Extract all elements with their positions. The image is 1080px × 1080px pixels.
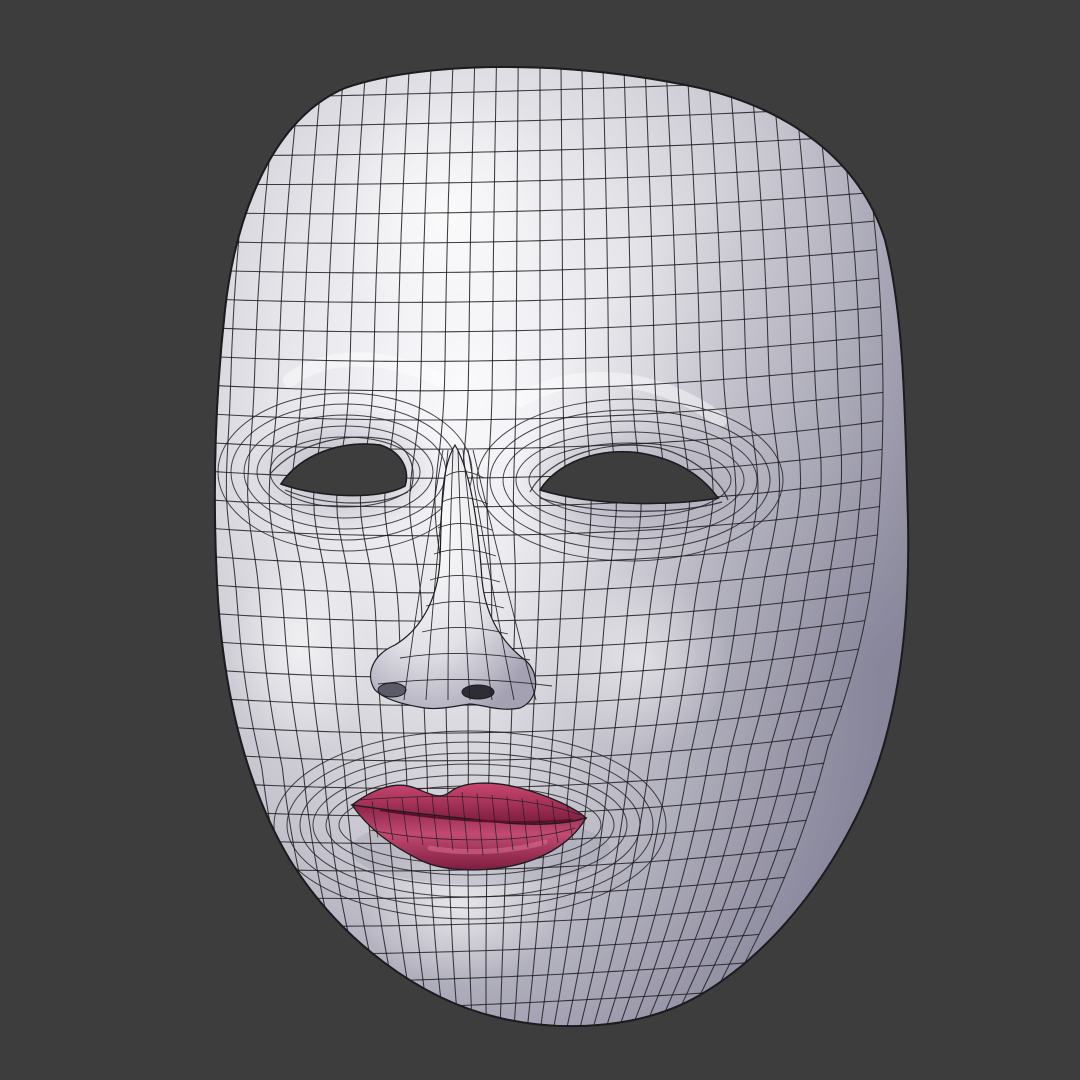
left-nostril	[377, 682, 407, 698]
wire-row	[306, 1019, 714, 1027]
right-nostril	[461, 684, 495, 700]
mask-render	[213, 66, 910, 1028]
viewport	[0, 0, 1080, 1080]
